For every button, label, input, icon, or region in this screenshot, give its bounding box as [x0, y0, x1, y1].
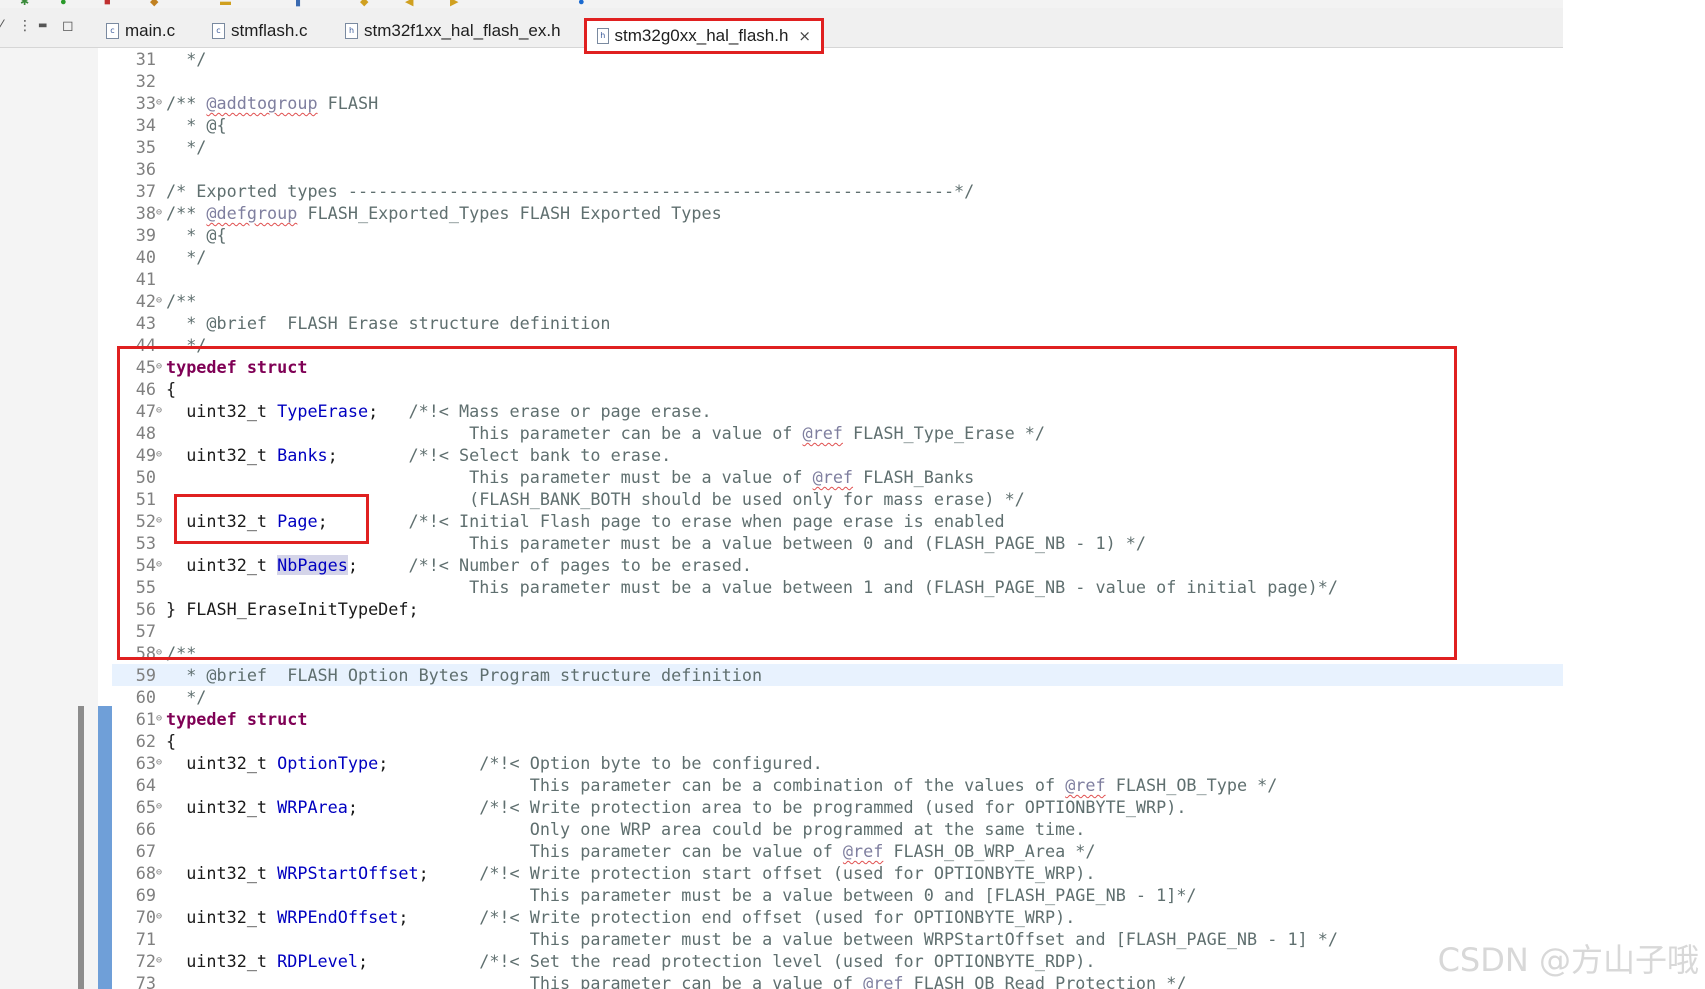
forward-icon[interactable]: ▶ — [450, 0, 458, 8]
fold-icon[interactable]: ⊖ — [156, 356, 166, 378]
editor-tab-strip: ⁄ ⋮ ▬ ◻ c main.c c stmflash.c h stm32f1x… — [0, 8, 1563, 54]
c-file-icon: c — [212, 23, 225, 39]
code-line: 43 * @brief FLASH Erase structure defini… — [135, 313, 611, 333]
code-line: 70⊖ uint32_t WRPEndOffset; /*!< Write pr… — [135, 906, 1076, 928]
code-line: 45⊖ typedef struct — [135, 356, 308, 378]
code-line: 32 — [135, 71, 156, 91]
fold-icon[interactable]: ⊖ — [156, 906, 166, 928]
link-icon[interactable]: ⁄ — [0, 18, 2, 34]
code-line: 48 This parameter can be a value of @ref… — [135, 423, 1045, 443]
fold-icon[interactable]: ⊖ — [156, 92, 166, 114]
fold-icon[interactable]: ⊖ — [156, 796, 166, 818]
code-line: 51 (FLASH_BANK_BOTH should be used only … — [135, 489, 1025, 509]
tab-label: stmflash.c — [231, 21, 308, 40]
fold-icon[interactable]: ⊖ — [156, 444, 166, 466]
code-line: 40 */ — [135, 247, 207, 267]
change-marker — [98, 706, 112, 989]
tab-label: main.c — [125, 21, 176, 40]
selected-word[interactable]: NbPages — [277, 555, 348, 575]
code-line: 61⊖ typedef struct — [135, 708, 308, 730]
code-line: 64 This parameter can be a combination o… — [135, 775, 1278, 795]
fold-icon[interactable]: ⊖ — [156, 202, 166, 224]
build-icon[interactable]: ◆ — [150, 0, 158, 8]
code-line: 39 * @{ — [135, 225, 227, 245]
debug-icon[interactable]: ✱ — [20, 0, 29, 8]
fold-icon[interactable]: ⊖ — [156, 400, 166, 422]
code-line: 55 This parameter must be a value betwee… — [135, 577, 1338, 597]
code-line: 62 { — [135, 731, 177, 751]
code-line: 73 This parameter can be a value of @ref… — [135, 973, 1187, 989]
info-icon[interactable]: ● — [578, 0, 585, 8]
code-line: 38⊖/** @defgroup FLASH_Exported_Types FL… — [135, 202, 722, 224]
right-pane — [1563, 0, 1705, 989]
minimize-icon[interactable]: ▬ — [38, 20, 47, 31]
code-editor[interactable]: 31 */ 32 33⊖/** @addtogroup FLASH 34 * @… — [112, 48, 1563, 989]
h-file-icon: h — [345, 23, 358, 39]
code-line: 46 { — [135, 379, 177, 399]
code-line: 65⊖ uint32_t WRPArea; /*!< Write protect… — [135, 796, 1187, 818]
pin-icon[interactable]: ▮ — [295, 0, 301, 8]
fold-icon[interactable]: ⊖ — [156, 708, 166, 730]
view-menu-icon[interactable]: ⋮ — [18, 18, 32, 34]
code-line: 56 } FLASH_EraseInitTypeDef; — [135, 599, 419, 619]
tab-label: stm32f1xx_hal_flash_ex.h — [364, 21, 561, 40]
c-file-icon: c — [106, 23, 119, 39]
code-line: 54⊖ uint32_t NbPages; /*!< Number of pag… — [135, 554, 753, 576]
code-line: 58⊖/** — [135, 642, 197, 664]
tab-label: stm32g0xx_hal_flash.h — [614, 26, 789, 45]
stop-icon[interactable]: ■ — [104, 0, 111, 8]
code-line: 41 — [135, 269, 156, 289]
code-line: 33⊖/** @addtogroup FLASH — [135, 92, 379, 114]
bookmark-icon[interactable]: ◆ — [360, 0, 368, 8]
scrollbar-thumb[interactable] — [78, 706, 84, 989]
code-line: 44 */ — [135, 335, 207, 355]
fold-icon[interactable]: ⊖ — [156, 752, 166, 774]
code-line: 60 */ — [135, 687, 207, 707]
code-line: 50 This parameter must be a value of @re… — [135, 467, 975, 487]
fold-icon[interactable]: ⊖ — [156, 642, 166, 664]
code-line: 72⊖ uint32_t RDPLevel; /*!< Set the read… — [135, 950, 1096, 972]
code-line: 52⊖ uint32_t Page; /*!< Initial Flash pa… — [135, 510, 1005, 532]
code-line: 66 Only one WRP area could be programmed… — [135, 819, 1086, 839]
code-line: 63⊖ uint32_t OptionType; /*!< Option byt… — [135, 752, 823, 774]
code-line: 49⊖ uint32_t Banks; /*!< Select bank to … — [135, 444, 672, 466]
fold-icon[interactable]: ⊖ — [156, 290, 166, 312]
code-line: 36 — [135, 159, 156, 179]
folder-icon[interactable]: ▬ — [220, 0, 231, 8]
fold-icon[interactable]: ⊖ — [156, 950, 166, 972]
code-line: 57 — [135, 621, 156, 641]
toolbar: ✱ ● ■ ◆ ▬ ▮ ◆ ◀ ▶ ● — [0, 0, 1563, 8]
fold-icon[interactable]: ⊖ — [156, 862, 166, 884]
code-line-current: 59 * @brief FLASH Option Bytes Program s… — [112, 664, 1563, 686]
code-line: 34 * @{ — [135, 115, 227, 135]
code-line: 35 */ — [135, 137, 207, 157]
code-line: 42⊖/** — [135, 290, 197, 312]
fold-icon[interactable]: ⊖ — [156, 510, 166, 532]
run-icon[interactable]: ● — [60, 0, 67, 8]
code-line: 69 This parameter must be a value betwee… — [135, 885, 1197, 905]
code-line: 31 */ — [135, 49, 207, 69]
close-icon[interactable]: × — [798, 27, 811, 45]
tab-main-c[interactable]: c main.c — [106, 20, 175, 42]
code-line: 47⊖ uint32_t TypeErase; /*!< Mass erase … — [135, 400, 712, 422]
tab-stm32f1xx-hal-flash-ex-h[interactable]: h stm32f1xx_hal_flash_ex.h — [345, 20, 561, 42]
code-line: 68⊖ uint32_t WRPStartOffset; /*!< Write … — [135, 862, 1096, 884]
tab-stmflash-c[interactable]: c stmflash.c — [212, 20, 308, 42]
watermark: CSDN @方山子哦 — [1437, 941, 1699, 979]
code-line: 53 This parameter must be a value betwee… — [135, 533, 1147, 553]
code-line: 67 This parameter can be value of @ref F… — [135, 841, 1096, 861]
fold-icon[interactable]: ⊖ — [156, 554, 166, 576]
h-file-icon: h — [597, 28, 609, 44]
code-line: 37 /* Exported types -------------------… — [135, 181, 975, 201]
maximize-icon[interactable]: ◻ — [62, 18, 74, 34]
code-line: 71 This parameter must be a value betwee… — [135, 929, 1338, 949]
back-icon[interactable]: ◀ — [405, 0, 413, 8]
